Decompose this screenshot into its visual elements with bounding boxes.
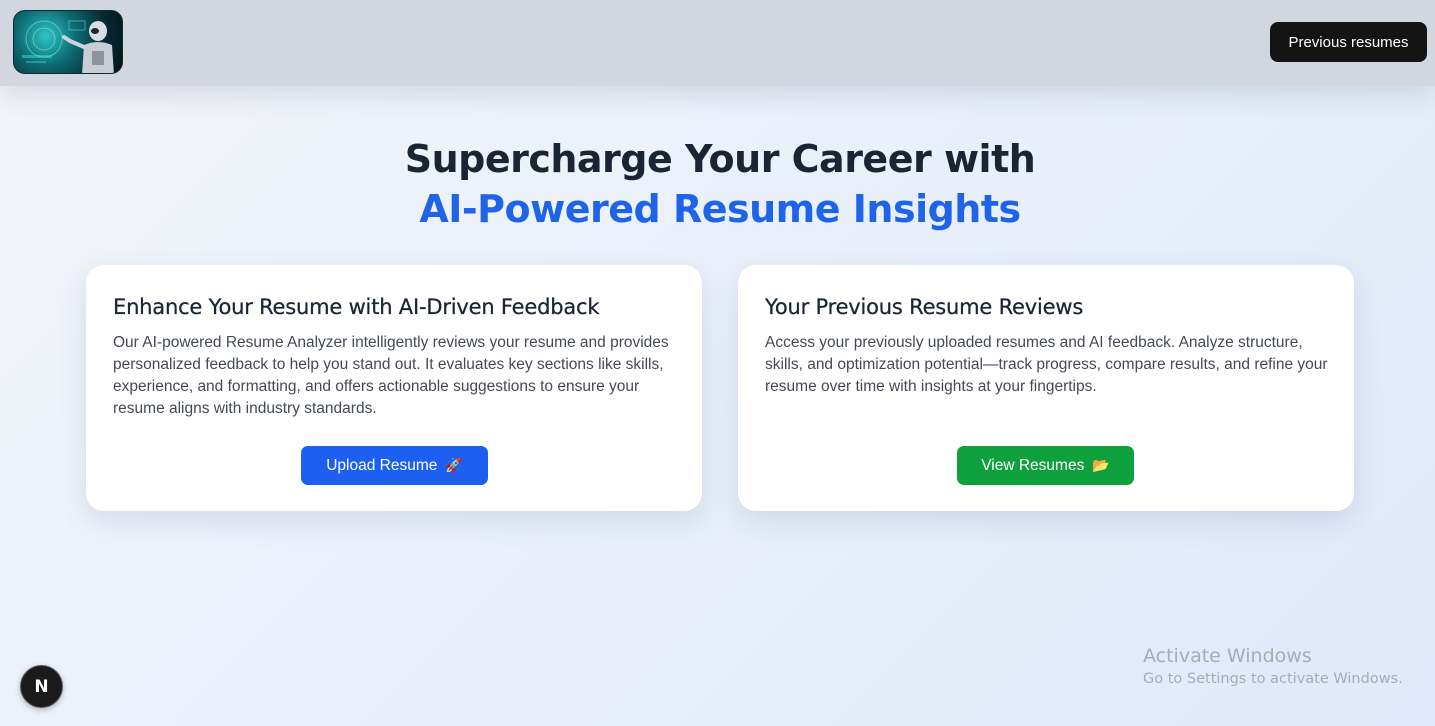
hero-heading-line1: Supercharge Your Career with bbox=[404, 137, 1036, 181]
folder-icon: 📂 bbox=[1092, 457, 1110, 474]
previous-reviews-card: Your Previous Resume Reviews Access your… bbox=[738, 265, 1354, 511]
windows-activation-watermark: Activate Windows Go to Settings to activ… bbox=[1143, 644, 1403, 687]
watermark-subtitle: Go to Settings to activate Windows. bbox=[1143, 671, 1403, 687]
robot-logo-icon bbox=[22, 20, 114, 73]
view-resumes-button[interactable]: View Resumes 📂 bbox=[957, 446, 1134, 485]
hero-heading: Supercharge Your Career with AI-Powered … bbox=[0, 134, 1435, 234]
upload-resume-label: Upload Resume bbox=[326, 456, 438, 474]
previous-resumes-button[interactable]: Previous resumes bbox=[1270, 22, 1427, 62]
logo-image[interactable] bbox=[13, 10, 123, 74]
nextjs-dev-badge[interactable]: N bbox=[20, 665, 63, 708]
hero-heading-accent: AI-Powered Resume Insights bbox=[419, 187, 1021, 231]
upload-resume-button[interactable]: Upload Resume 🚀 bbox=[301, 446, 488, 485]
upload-card: Enhance Your Resume with AI-Driven Feedb… bbox=[86, 265, 702, 511]
watermark-title: Activate Windows bbox=[1143, 645, 1312, 667]
nextjs-icon: N bbox=[34, 676, 49, 697]
rocket-icon: 🚀 bbox=[445, 457, 463, 474]
upload-card-title: Enhance Your Resume with AI-Driven Feedb… bbox=[113, 295, 600, 319]
view-resumes-label: View Resumes bbox=[981, 456, 1085, 474]
previous-reviews-title: Your Previous Resume Reviews bbox=[765, 295, 1084, 319]
previous-reviews-description: Access your previously uploaded resumes … bbox=[765, 334, 1328, 395]
top-navbar: Previous resumes bbox=[0, 0, 1435, 86]
upload-card-description: Our AI-powered Resume Analyzer intellige… bbox=[113, 334, 669, 417]
